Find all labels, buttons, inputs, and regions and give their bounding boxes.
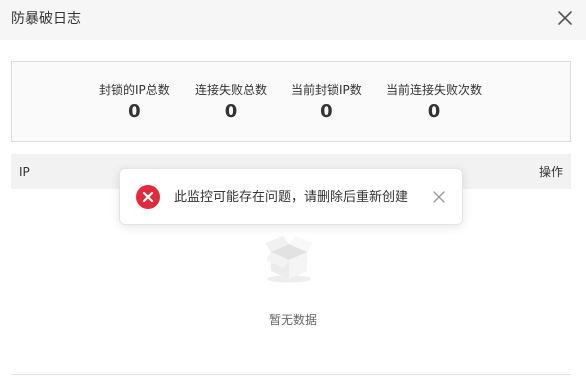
stat-current-blocked-ip: 当前封锁IP数 0: [291, 82, 362, 123]
stat-current-connection-failures: 当前连接失败次数 0: [386, 82, 482, 123]
error-circle-icon: [136, 185, 160, 209]
stat-label: 当前连接失败次数: [386, 83, 483, 97]
stat-value: 0: [427, 101, 441, 122]
close-icon[interactable]: [556, 9, 574, 27]
stat-value: 0: [320, 101, 333, 122]
divider: [11, 374, 571, 375]
stat-label: 封锁的IP总数: [99, 83, 170, 97]
dialog-header: 防暴破日志: [0, 0, 586, 40]
column-header-ip: IP: [19, 165, 30, 179]
close-icon[interactable]: [432, 190, 446, 204]
toast-message: 此监控可能存在问题，请删除后重新创建: [174, 190, 409, 205]
dialog-title: 防暴破日志: [11, 11, 81, 27]
empty-state-text: 暂无数据: [268, 313, 317, 327]
stat-blocked-ip-total: 封锁的IP总数 0: [99, 82, 170, 123]
stat-value: 0: [128, 101, 141, 122]
stat-label: 当前封锁IP数: [291, 83, 362, 97]
empty-box-icon: [265, 236, 313, 283]
column-header-operation: 操作: [538, 165, 563, 179]
stat-value: 0: [224, 101, 238, 122]
stat-connection-failure-total: 连接失败总数 0: [195, 82, 267, 123]
error-toast: 此监控可能存在问题，请删除后重新创建: [119, 168, 463, 225]
stat-label: 连接失败总数: [195, 83, 268, 97]
stats-panel: 封锁的IP总数 0 连接失败总数 0 当前封锁IP数 0 当前连接失败次数 0: [11, 61, 571, 142]
